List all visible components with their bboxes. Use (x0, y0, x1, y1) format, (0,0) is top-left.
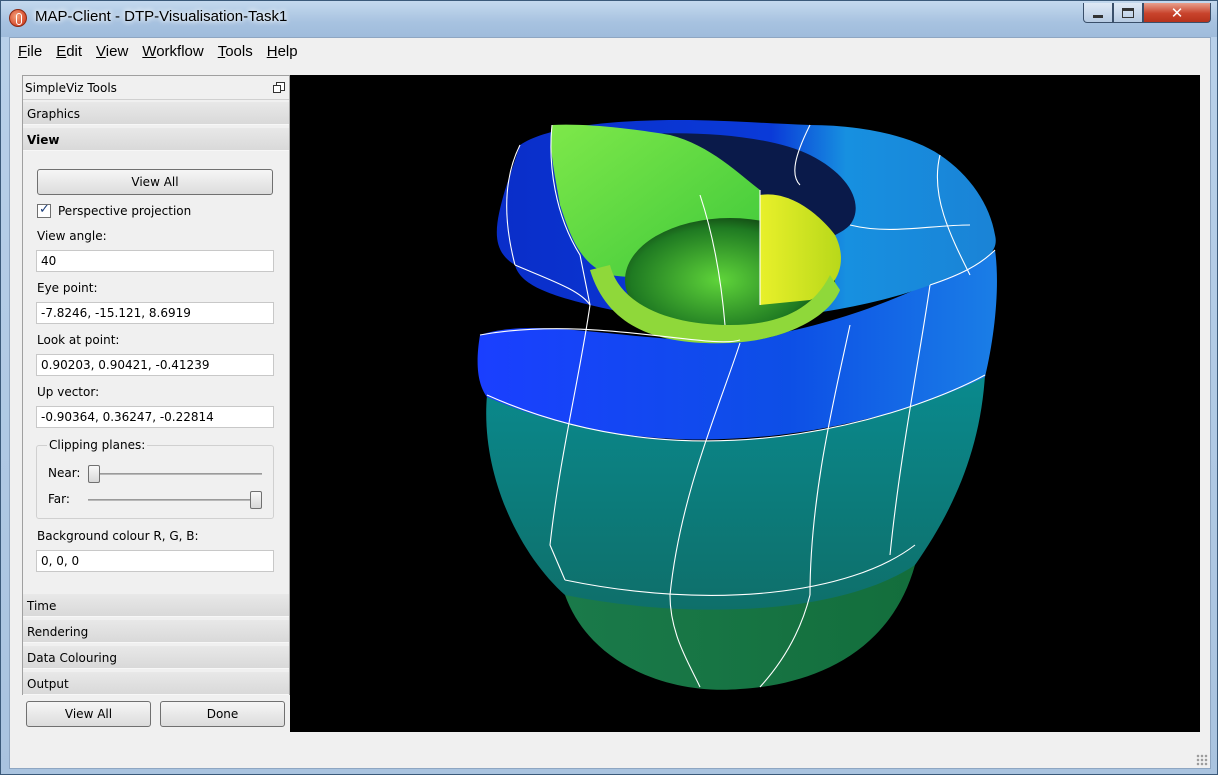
3d-viewport[interactable] (290, 75, 1200, 732)
near-slider-track[interactable] (88, 473, 262, 475)
panel-title: SimpleViz Tools (25, 81, 117, 95)
far-label: Far: (48, 492, 70, 506)
eye-point-label: Eye point: (37, 281, 98, 295)
perspective-label: Perspective projection (58, 204, 192, 218)
app-window: MAP-Client - DTP-Visualisation-Task1 ✕ F… (0, 0, 1218, 775)
done-button[interactable]: Done (160, 701, 285, 727)
section-output[interactable]: Output (23, 672, 289, 695)
near-label: Near: (48, 466, 81, 480)
far-slider-track[interactable] (88, 499, 262, 501)
section-view[interactable]: View (23, 128, 289, 151)
close-button[interactable]: ✕ (1143, 3, 1211, 23)
title-bar[interactable]: MAP-Client - DTP-Visualisation-Task1 ✕ (1, 1, 1217, 37)
heart-mesh-render (477, 120, 997, 690)
clipping-planes-group: Clipping planes: Near: Far: (36, 438, 274, 519)
menu-view[interactable]: View (90, 43, 134, 60)
minimize-button[interactable] (1083, 3, 1113, 23)
eye-point-field[interactable]: -7.8246, -15.121, 8.6919 (36, 302, 274, 324)
section-time[interactable]: Time (23, 594, 289, 617)
section-rendering[interactable]: Rendering (23, 620, 289, 643)
maximize-button[interactable] (1113, 3, 1143, 23)
look-at-label: Look at point: (37, 333, 120, 347)
menu-tools[interactable]: Tools (212, 43, 259, 60)
close-icon: ✕ (1170, 3, 1184, 22)
view-all-inner-button[interactable]: View All (37, 169, 273, 195)
panel-header: SimpleViz Tools (23, 76, 289, 100)
undock-icon[interactable] (273, 82, 285, 93)
clipping-planes-label: Clipping planes: (47, 438, 148, 452)
view-all-button[interactable]: View All (26, 701, 151, 727)
background-colour-field[interactable]: 0, 0, 0 (36, 550, 274, 572)
simpleviz-tools-panel: SimpleViz Tools Graphics View View All P… (22, 75, 290, 695)
menu-edit[interactable]: Edit (50, 43, 88, 60)
menu-bar: File Edit View Workflow Tools Help (10, 38, 1210, 64)
maximize-icon (1122, 7, 1134, 18)
perspective-checkbox[interactable] (37, 202, 51, 218)
look-at-field[interactable]: 0.90203, 0.90421, -0.41239 (36, 354, 274, 376)
map-client-app-icon (9, 9, 27, 27)
view-angle-label: View angle: (37, 229, 107, 243)
menu-workflow[interactable]: Workflow (136, 43, 209, 60)
resize-grip-icon[interactable] (1196, 754, 1208, 766)
up-vector-field[interactable]: -0.90364, 0.36247, -0.22814 (36, 406, 274, 428)
menu-file[interactable]: File (12, 43, 48, 60)
up-vector-label: Up vector: (37, 385, 100, 399)
section-graphics[interactable]: Graphics (23, 102, 289, 125)
section-data-colouring[interactable]: Data Colouring (23, 646, 289, 669)
view-angle-field[interactable]: 40 (36, 250, 274, 272)
client-area: File Edit View Workflow Tools Help Simpl… (9, 37, 1211, 769)
menu-help[interactable]: Help (261, 43, 304, 60)
minimize-icon (1093, 15, 1103, 18)
near-slider-thumb[interactable] (88, 465, 100, 483)
far-slider-thumb[interactable] (250, 491, 262, 509)
window-title: MAP-Client - DTP-Visualisation-Task1 (35, 8, 288, 25)
background-colour-label: Background colour R, G, B: (37, 529, 199, 543)
